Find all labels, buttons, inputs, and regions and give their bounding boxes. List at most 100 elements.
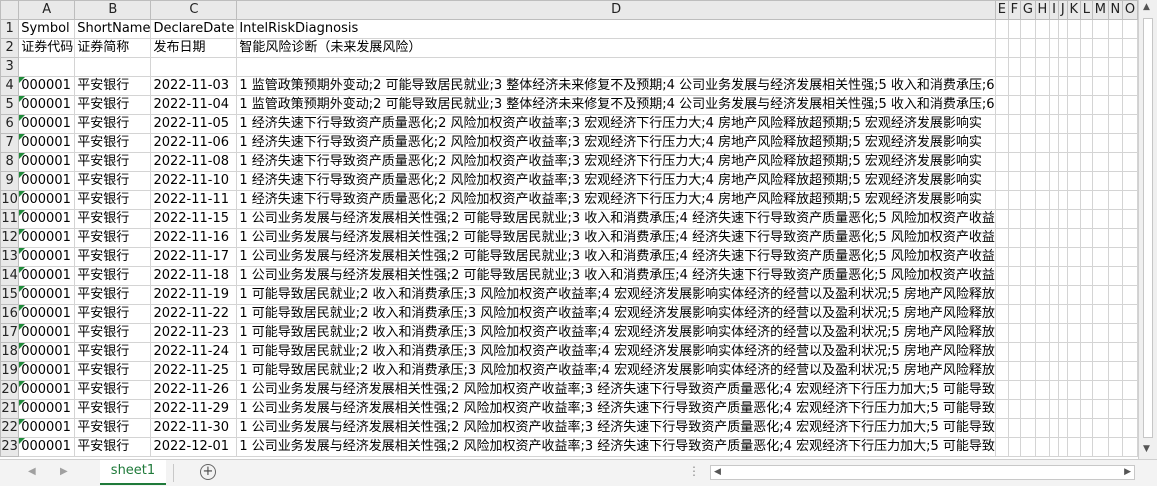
column-header-f[interactable]: F [1007,0,1022,20]
cell-b3[interactable] [74,57,152,77]
cell-empty[interactable] [1058,437,1068,457]
cell-empty[interactable] [1092,209,1109,229]
cell-c3[interactable] [150,57,238,77]
cell-c4[interactable]: 2022-11-03 [150,76,238,96]
cell-empty[interactable] [1080,133,1093,153]
cell-empty[interactable] [1035,380,1051,400]
column-header-c[interactable]: C [150,0,238,20]
cell-empty[interactable] [1080,209,1093,229]
cell-c19[interactable]: 2022-11-25 [150,361,238,381]
cell-empty[interactable] [1008,380,1022,400]
cell-empty[interactable] [1067,418,1081,438]
cell-empty[interactable] [1035,361,1051,381]
cell-empty[interactable] [995,152,1009,172]
cell-b18[interactable]: 平安银行 [74,342,152,362]
cell-empty[interactable] [1058,209,1068,229]
column-header-j[interactable]: J [1057,0,1068,20]
row-header[interactable]: 15 [0,285,20,305]
column-header-m[interactable]: M [1091,0,1109,20]
cell-empty[interactable] [1034,57,1051,77]
cell-empty[interactable] [1008,133,1022,153]
cell-d17[interactable]: 1 可能导致居民就业;2 收入和消费承压;3 风险加权资产收益率;4 宏观经济发… [236,323,996,343]
row-header[interactable]: 22 [0,418,20,438]
cell-empty[interactable] [1058,304,1068,324]
cell-empty[interactable] [1080,399,1093,419]
column-header-d[interactable]: D [236,0,996,20]
cell-empty[interactable] [1058,361,1068,381]
vertical-scroll-thumb[interactable] [1143,18,1153,438]
cell-a19[interactable]: 000001 [18,361,76,381]
cell-b21[interactable]: 平安银行 [74,399,152,419]
cell-empty[interactable] [1008,323,1022,343]
cell-empty[interactable] [1020,114,1036,134]
cell-empty[interactable] [995,342,1009,362]
cell-empty[interactable] [1008,437,1022,457]
cell-empty[interactable] [1092,399,1109,419]
cell-a5[interactable]: 000001 [18,95,76,115]
cell-empty[interactable] [1122,209,1138,229]
cell-empty[interactable] [1058,266,1068,286]
cell-b11[interactable]: 平安银行 [74,209,152,229]
cell-empty[interactable] [1080,380,1093,400]
cell-empty[interactable] [1067,380,1081,400]
cell-empty[interactable] [1108,95,1124,115]
cell-empty[interactable] [1008,304,1022,324]
cell-empty[interactable] [1008,38,1022,58]
cell-empty[interactable] [1020,266,1036,286]
cell-b6[interactable]: 平安银行 [74,114,152,134]
cell-empty[interactable] [1122,76,1138,96]
cell-empty[interactable] [995,418,1009,438]
cell-empty[interactable] [1092,285,1109,305]
cell-empty[interactable] [995,190,1009,210]
cell-b9[interactable]: 平安银行 [74,171,152,191]
cell-empty[interactable] [1049,190,1059,210]
row-header[interactable]: 16 [0,304,20,324]
cell-empty[interactable] [1020,19,1036,39]
cell-empty[interactable] [1049,304,1059,324]
cell-empty[interactable] [1035,19,1051,39]
cell-empty[interactable] [1092,19,1109,39]
cell-empty[interactable] [995,361,1009,381]
cell-empty[interactable] [1058,171,1068,191]
cell-empty[interactable] [1008,76,1022,96]
cell-empty[interactable] [1080,228,1093,248]
cell-empty[interactable] [1122,247,1138,267]
cell-d22[interactable]: 1 公司业务发展与经济发展相关性强;2 风险加权资产收益率;3 经济失速下行导致… [236,418,996,438]
cell-empty[interactable] [1092,38,1109,58]
cell-empty[interactable] [1008,266,1022,286]
cell-empty[interactable] [1035,190,1051,210]
cell-empty[interactable] [1067,304,1081,324]
cell-empty[interactable] [1035,418,1051,438]
row-header[interactable]: 23 [0,437,20,457]
cell-empty[interactable] [1080,171,1093,191]
cell-empty[interactable] [1108,418,1124,438]
cell-c22[interactable]: 2022-11-30 [150,418,238,438]
column-header-o[interactable]: O [1122,0,1138,20]
cell-empty[interactable] [1008,399,1022,419]
cell-empty[interactable] [1049,266,1059,286]
cell-empty[interactable] [1020,190,1036,210]
cell-empty[interactable] [1008,171,1022,191]
cell-empty[interactable] [1035,342,1051,362]
cell-empty[interactable] [1058,418,1068,438]
cell-empty[interactable] [1020,57,1036,77]
cell-empty[interactable] [1108,399,1124,419]
cell-empty[interactable] [1122,38,1138,58]
cell-empty[interactable] [1049,38,1059,58]
cell-empty[interactable] [1067,323,1081,343]
cell-empty[interactable] [1067,247,1081,267]
cell-a4[interactable]: 000001 [18,76,76,96]
row-header[interactable]: 14 [0,266,20,286]
cell-empty[interactable] [1008,152,1022,172]
cell-empty[interactable] [1058,76,1068,96]
cell-empty[interactable] [1092,361,1109,381]
column-header-k[interactable]: K [1066,0,1081,20]
cell-empty[interactable] [1067,399,1081,419]
scroll-up-arrow-icon[interactable]: ▲ [1143,2,1150,12]
cell-empty[interactable] [995,323,1009,343]
cell-empty[interactable] [1020,171,1036,191]
cell-empty[interactable] [1035,76,1051,96]
cell-empty[interactable] [1057,57,1068,77]
cell-empty[interactable] [1049,399,1059,419]
row-header[interactable]: 18 [0,342,20,362]
